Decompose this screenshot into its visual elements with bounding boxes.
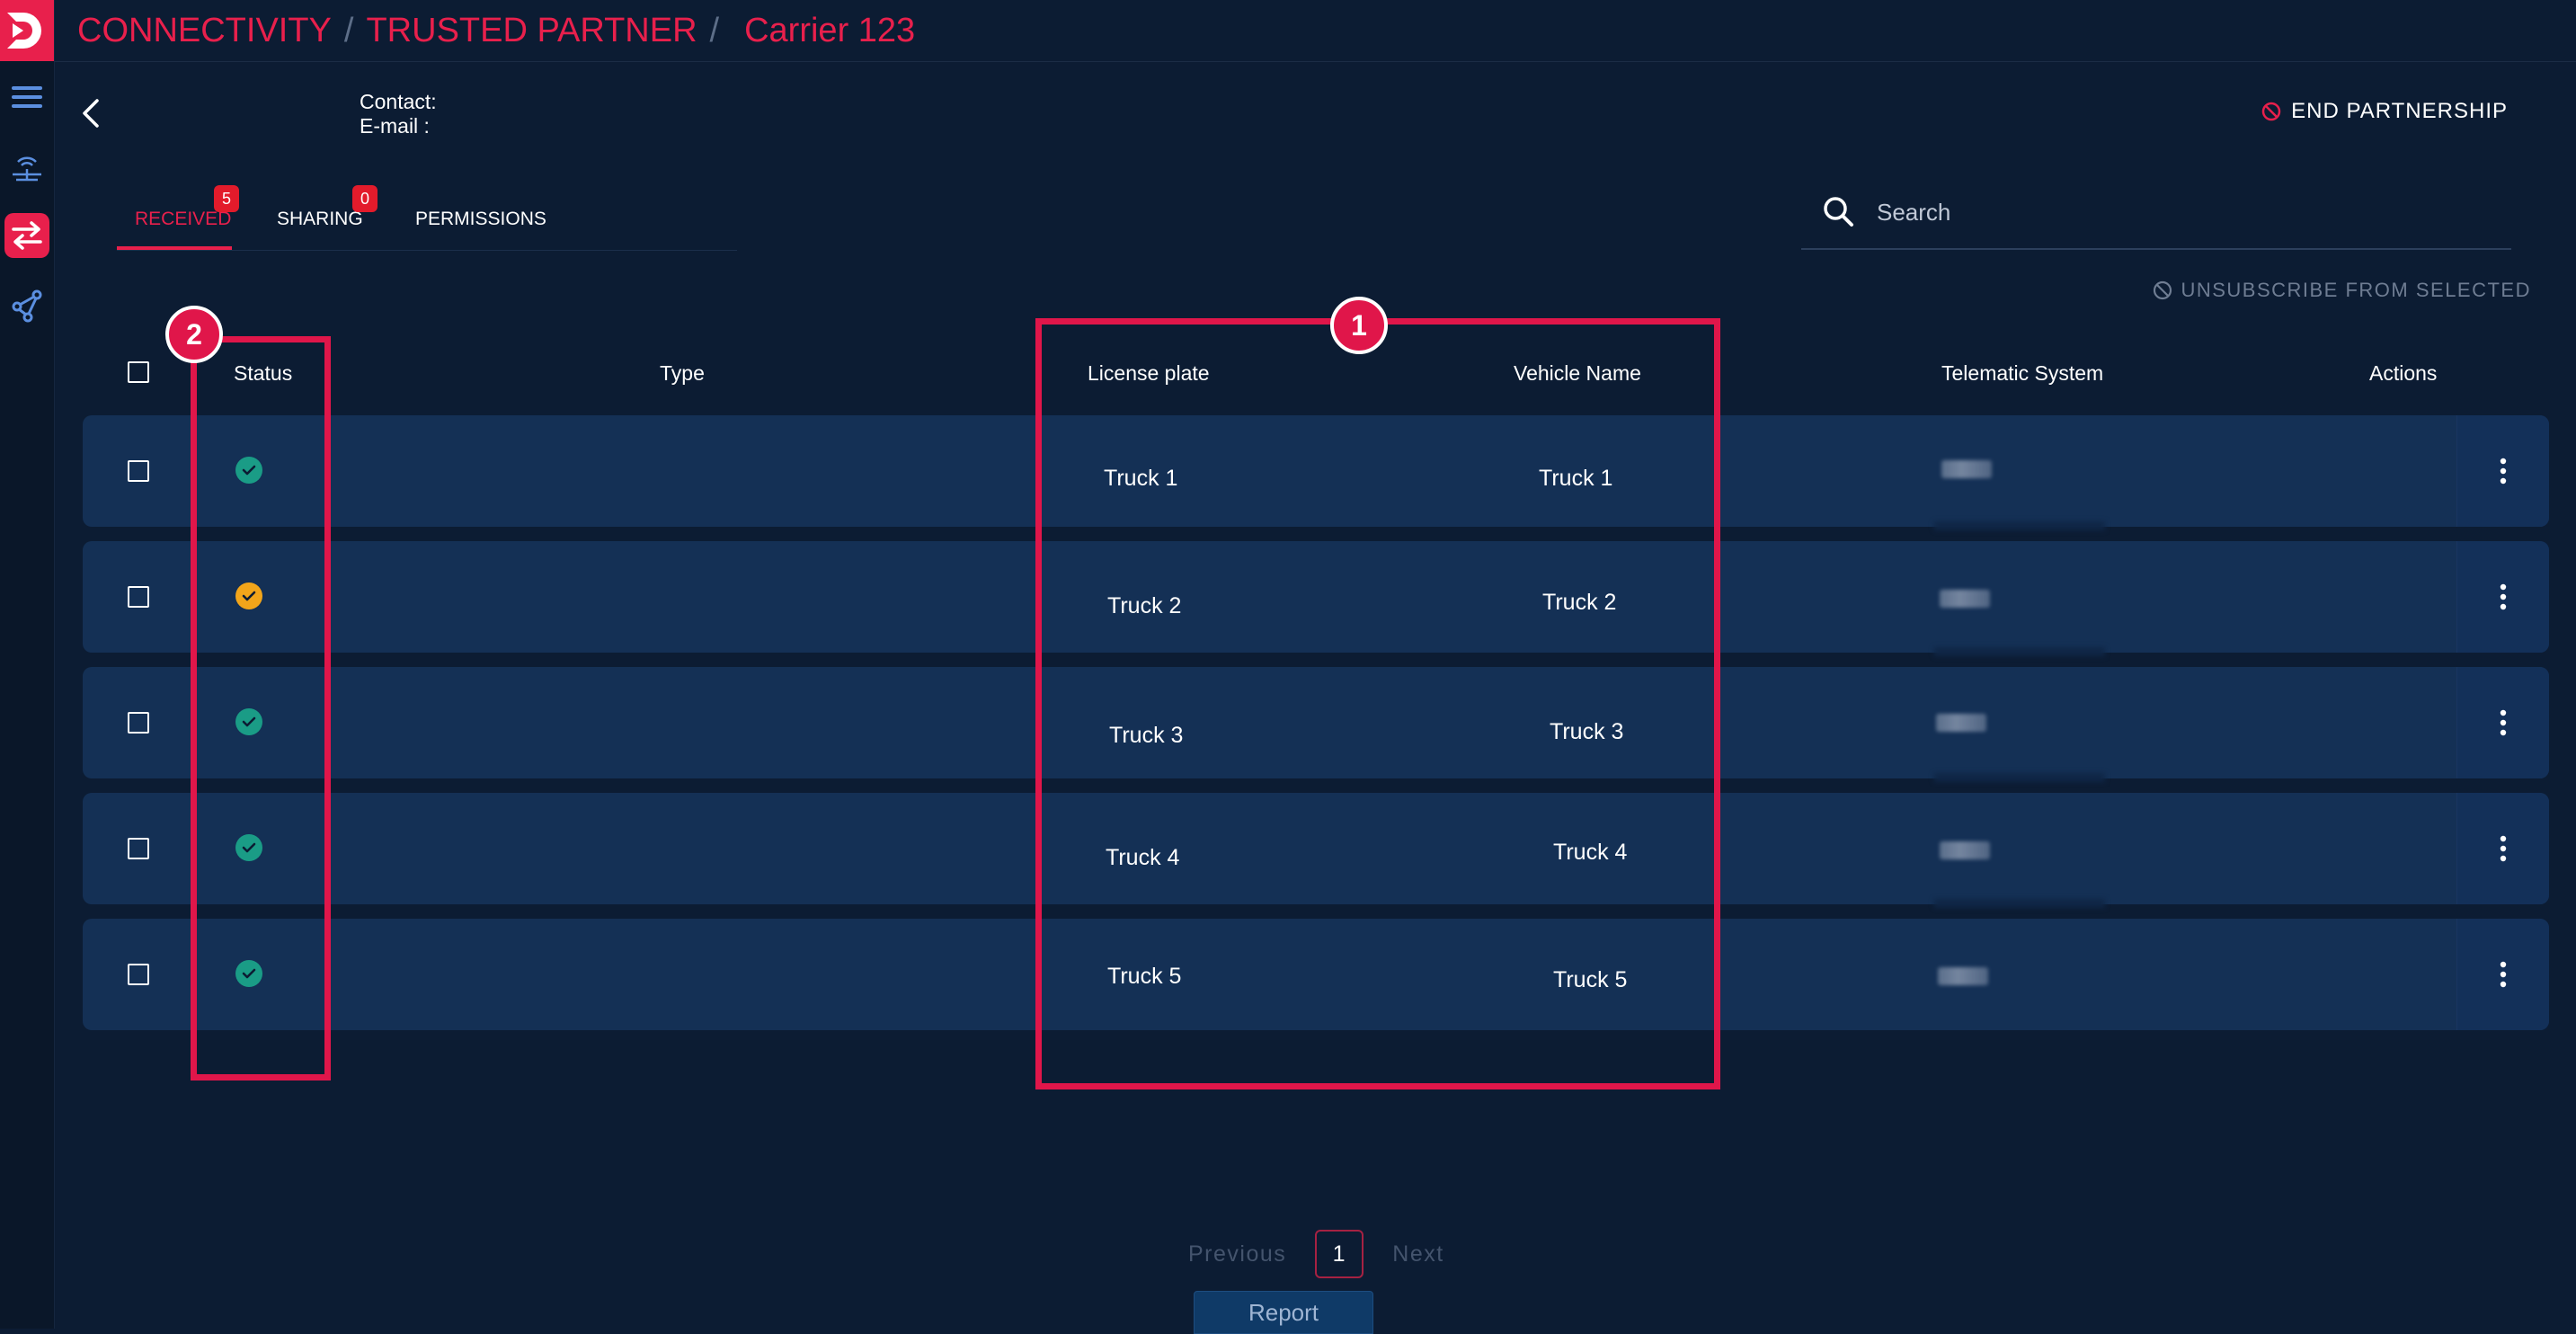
row-checkbox[interactable] xyxy=(128,460,149,482)
swap-arrows-icon[interactable] xyxy=(0,212,54,259)
next-page-button[interactable]: Next xyxy=(1392,1241,1443,1267)
pagination: Previous 1 Next xyxy=(1188,1230,1444,1278)
breadcrumb-trusted-partner[interactable]: TRUSTED PARTNER xyxy=(366,12,697,50)
report-button[interactable]: Report xyxy=(1194,1291,1373,1334)
telematic-system-redacted xyxy=(1940,590,1990,608)
row-actions-button[interactable] xyxy=(2456,415,2549,527)
sidebar xyxy=(0,0,55,1329)
more-vertical-icon xyxy=(2500,961,2507,988)
sharing-count-badge: 0 xyxy=(352,185,378,212)
breadcrumb-separator: / xyxy=(343,11,354,49)
logo-icon xyxy=(7,13,41,49)
telematic-system-redacted xyxy=(1938,967,1988,985)
unsubscribe-selected-button[interactable]: UNSUBSCRIBE FROM SELECTED xyxy=(2152,279,2531,302)
column-header-telematic-system[interactable]: Telematic System xyxy=(1941,361,2103,386)
search-input[interactable] xyxy=(1875,191,2499,234)
telematic-divider-redacted xyxy=(1934,899,2105,908)
column-header-actions: Actions xyxy=(2369,361,2438,385)
annotation-box-2 xyxy=(191,336,331,1081)
chevron-left-icon xyxy=(83,99,99,128)
network-share-icon[interactable] xyxy=(0,282,54,329)
previous-page-button[interactable]: Previous xyxy=(1188,1241,1286,1267)
telematic-system-redacted xyxy=(1941,460,1992,478)
block-icon xyxy=(2261,102,2281,121)
breadcrumb-separator: / xyxy=(709,11,720,49)
telematic-divider-redacted xyxy=(1934,647,2105,656)
current-page-button[interactable]: 1 xyxy=(1315,1230,1364,1278)
telematic-divider-redacted xyxy=(1934,773,2105,782)
unsubscribe-label: UNSUBSCRIBE FROM SELECTED xyxy=(2181,279,2531,301)
more-vertical-icon xyxy=(2500,835,2507,862)
breadcrumb-connectivity[interactable]: CONNECTIVITY xyxy=(77,12,332,50)
more-vertical-icon xyxy=(2500,458,2507,485)
annotation-marker-2: 2 xyxy=(165,306,223,363)
breadcrumb-carrier: Carrier 123 xyxy=(744,11,916,49)
row-actions-button[interactable] xyxy=(2456,667,2549,778)
annotation-marker-1: 1 xyxy=(1330,297,1388,354)
back-button[interactable] xyxy=(76,93,108,133)
tab-sharing[interactable]: SHARING xyxy=(277,209,363,230)
active-tab-indicator xyxy=(117,246,232,250)
email-label: E-mail : xyxy=(360,114,430,138)
row-checkbox[interactable] xyxy=(128,838,149,859)
received-count-badge: 5 xyxy=(214,185,239,212)
app-logo[interactable] xyxy=(0,0,54,61)
row-actions-button[interactable] xyxy=(2456,919,2549,1030)
search-icon xyxy=(1817,191,1861,234)
block-icon xyxy=(2154,280,2172,300)
end-partnership-label: END PARTNERSHIP xyxy=(2291,99,2508,123)
row-actions-button[interactable] xyxy=(2456,541,2549,653)
tab-bar: RECEIVED 5 SHARING 0 PERMISSIONS xyxy=(117,185,737,251)
row-checkbox[interactable] xyxy=(128,964,149,985)
telematic-divider-redacted xyxy=(1934,521,2105,530)
select-all-checkbox[interactable] xyxy=(128,361,149,383)
tab-permissions[interactable]: PERMISSIONS xyxy=(415,209,546,230)
more-vertical-icon xyxy=(2500,583,2507,610)
search-bar xyxy=(1801,180,2511,250)
more-vertical-icon xyxy=(2500,709,2507,736)
antenna-icon[interactable] xyxy=(0,144,54,191)
row-actions-button[interactable] xyxy=(2456,793,2549,904)
telematic-system-redacted xyxy=(1936,714,1986,732)
partner-contact-info: Contact: E-mail : xyxy=(360,90,437,138)
telematic-system-redacted xyxy=(1940,841,1990,859)
end-partnership-button[interactable]: END PARTNERSHIP xyxy=(2261,99,2508,124)
column-header-type[interactable]: Type xyxy=(660,361,705,386)
row-checkbox[interactable] xyxy=(128,712,149,734)
annotation-box-1 xyxy=(1035,318,1720,1089)
breadcrumb: CONNECTIVITY / TRUSTED PARTNER / Carrier… xyxy=(54,0,2576,62)
row-checkbox[interactable] xyxy=(128,586,149,608)
contact-label: Contact: xyxy=(360,90,437,113)
menu-icon[interactable] xyxy=(0,74,54,120)
